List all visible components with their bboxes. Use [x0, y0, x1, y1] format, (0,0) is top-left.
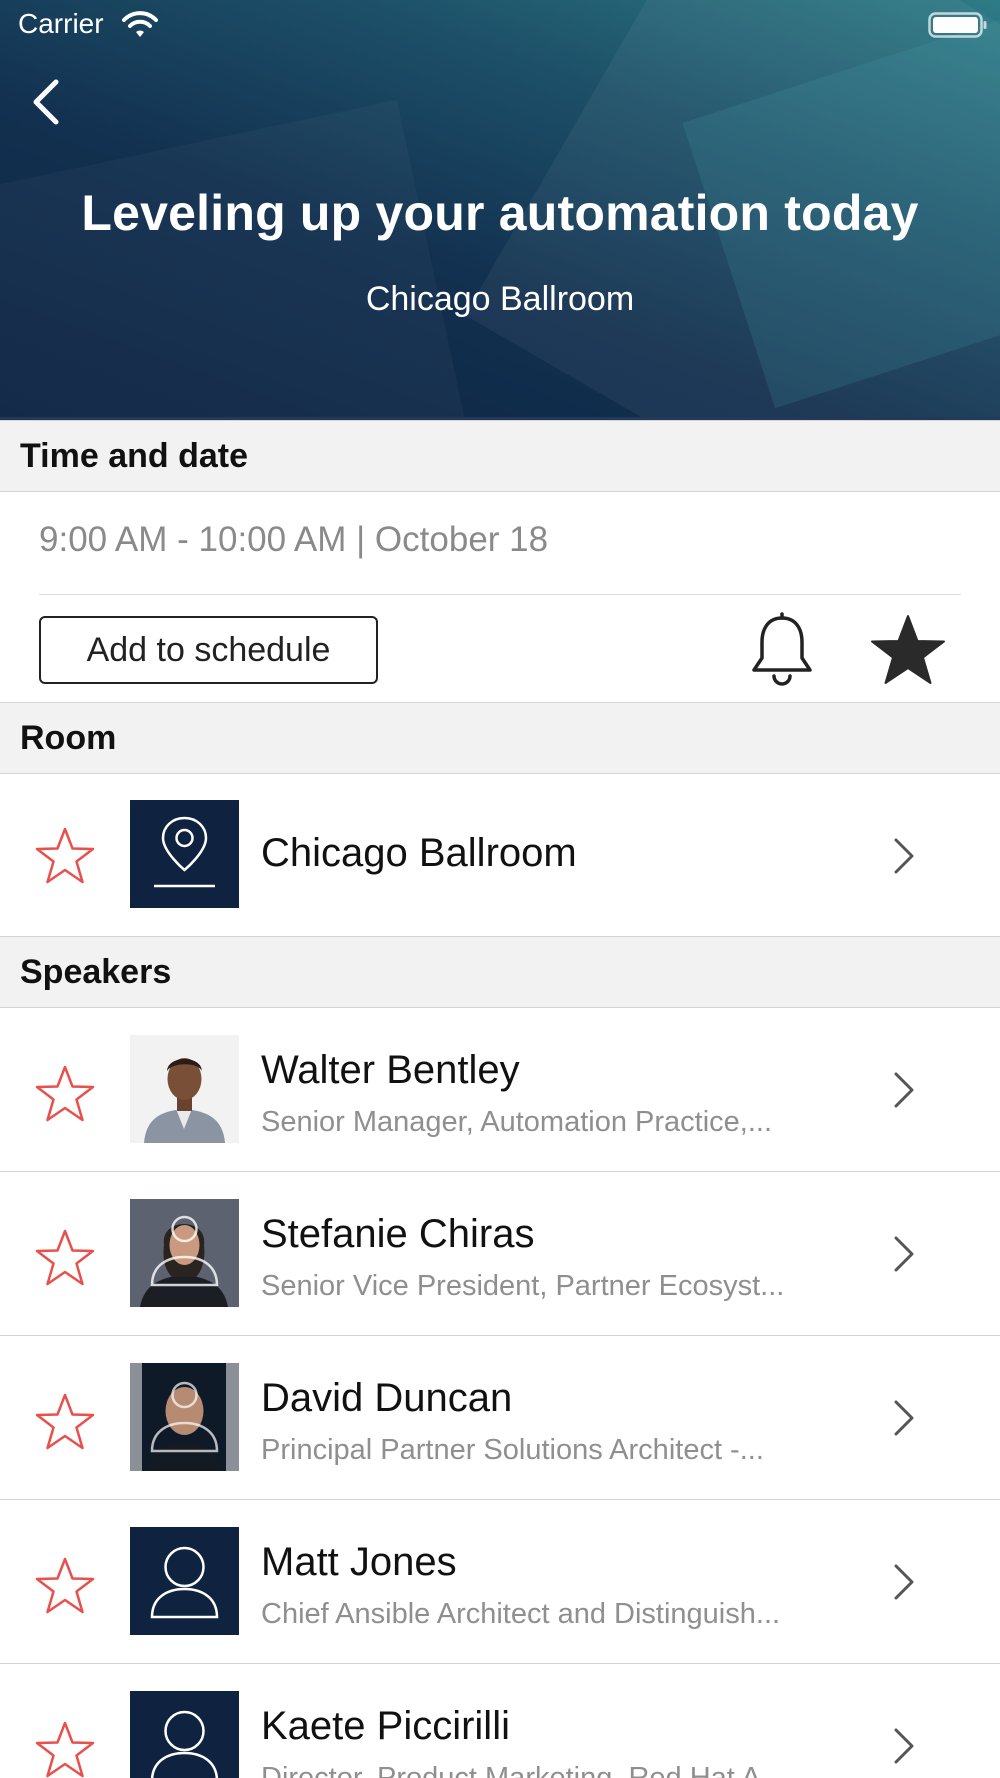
room-name: Chicago Ballroom	[261, 831, 577, 875]
chevron-right-icon	[894, 1564, 914, 1600]
speaker-photo	[130, 1035, 239, 1143]
person-icon	[151, 1710, 218, 1778]
bell-icon[interactable]	[746, 612, 818, 688]
speaker-row[interactable]: Stefanie Chiras Senior Vice President, P…	[0, 1172, 1000, 1336]
carrier-label: Carrier	[18, 8, 104, 39]
speaker-name: Matt Jones	[261, 1540, 457, 1584]
star-outline-icon[interactable]	[34, 826, 96, 886]
speaker-photo	[130, 1363, 239, 1471]
chevron-right-icon	[894, 1400, 914, 1436]
add-to-schedule-button[interactable]: Add to schedule	[39, 616, 378, 684]
chevron-right-icon	[894, 1728, 914, 1764]
person-icon	[150, 1546, 219, 1619]
chevron-right-icon	[894, 1072, 914, 1108]
speaker-photo-image	[130, 1035, 239, 1143]
divider	[39, 594, 961, 595]
wifi-icon	[122, 11, 158, 37]
section-header-time-date: Time and date	[0, 420, 1000, 492]
star-outline-icon[interactable]	[34, 1720, 96, 1778]
speaker-title: Director, Product Marketing, Red Hat A..…	[261, 1762, 785, 1778]
speaker-photo-image	[130, 1199, 239, 1307]
room-tile	[130, 800, 239, 908]
chevron-right-icon	[894, 838, 914, 874]
star-outline-icon[interactable]	[34, 1392, 96, 1452]
speaker-title: Principal Partner Solutions Architect -.…	[261, 1434, 764, 1466]
section-title: Room	[20, 719, 117, 757]
section-title: Speakers	[20, 953, 172, 991]
star-outline-icon[interactable]	[34, 1064, 96, 1124]
room-row[interactable]: Chicago Ballroom	[0, 774, 1000, 938]
session-location: Chicago Ballroom	[365, 280, 635, 318]
back-button[interactable]	[26, 76, 66, 128]
chevron-right-icon	[894, 1236, 914, 1272]
speaker-title: Senior Manager, Automation Practice,...	[261, 1106, 772, 1138]
section-header-speakers: Speakers	[0, 936, 1000, 1008]
speaker-name: Walter Bentley	[261, 1048, 520, 1092]
speaker-photo	[130, 1691, 239, 1778]
speaker-row[interactable]: Walter Bentley Senior Manager, Automatio…	[0, 1008, 1000, 1172]
battery-icon	[928, 12, 987, 38]
star-outline-icon[interactable]	[34, 1228, 96, 1288]
speaker-name: Stefanie Chiras	[261, 1212, 535, 1256]
map-pin-icon	[154, 816, 215, 888]
speaker-title: Senior Vice President, Partner Ecosyst..…	[261, 1270, 785, 1302]
speaker-row[interactable]: Kaete Piccirilli Director, Product Marke…	[0, 1664, 1000, 1778]
speaker-name: David Duncan	[261, 1376, 513, 1420]
speaker-title: Chief Ansible Architect and Distinguish.…	[261, 1598, 781, 1630]
section-header-room: Room	[0, 702, 1000, 774]
speaker-photo-image	[130, 1363, 239, 1471]
star-filled-icon[interactable]	[868, 612, 948, 688]
speaker-row[interactable]: David Duncan Principal Partner Solutions…	[0, 1336, 1000, 1500]
session-time: 9:00 AM - 10:00 AM | October 18	[39, 520, 549, 559]
section-title: Time and date	[20, 437, 248, 475]
speaker-name: Kaete Piccirilli	[261, 1704, 510, 1748]
speaker-row[interactable]: Matt Jones Chief Ansible Architect and D…	[0, 1500, 1000, 1664]
speaker-photo	[130, 1199, 239, 1307]
session-header: Carrier Leveling up your automation toda…	[0, 0, 1000, 420]
session-title: Leveling up your automation today	[81, 185, 919, 241]
header-decoration	[0, 100, 472, 420]
star-outline-icon[interactable]	[34, 1556, 96, 1616]
speaker-photo	[130, 1527, 239, 1635]
